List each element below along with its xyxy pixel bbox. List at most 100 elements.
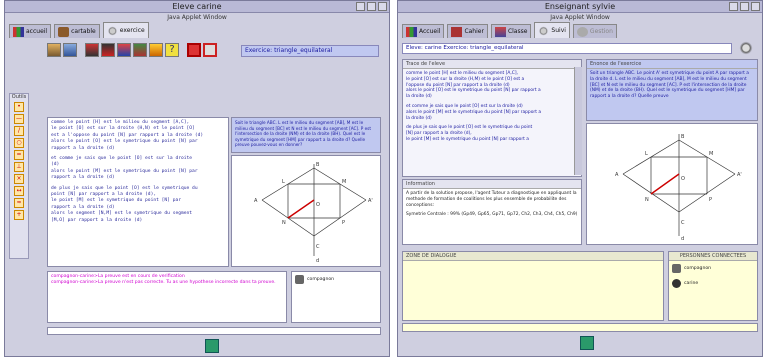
tab-exercice[interactable]: exercice [102,22,149,38]
pen-icon[interactable] [101,43,115,57]
gear-icon [576,26,588,37]
books-icon [13,26,24,37]
label-o: O [681,176,685,182]
tab-suivi[interactable]: Suivi [534,22,570,38]
label-c: C [316,244,320,250]
information-header: Information [403,180,581,189]
parallel-tool[interactable]: = [14,150,24,160]
robot-icon [295,275,304,284]
user-item[interactable]: compagnon [669,261,757,276]
label-o: O [316,202,320,208]
label-d: d [681,236,684,242]
books-icon [406,26,417,37]
geometry-figure[interactable]: A B C L M N P O d A' [232,156,381,267]
help-icon[interactable]: ? [165,43,179,57]
tab-accueil[interactable]: Accueil [402,24,445,38]
teacher-window-titlebar[interactable]: Enseignant sylvie [398,1,762,13]
label-m: M [342,179,346,185]
information-text: A partir de la solution propose, l'agent… [406,191,577,208]
shapes-icon[interactable] [117,43,131,57]
teacher-geometry-figure[interactable]: A B C L M N P O d A' [587,124,758,245]
label-a-prime: A' [368,198,373,204]
satellite-button[interactable] [738,41,754,55]
proof-text[interactable]: comme le point [H] est le milieu du segm… [48,118,228,226]
trace-header: Trace de l'eleve [403,60,581,69]
teacher-tabs: Accueil Cahier Classe Suivi Gestion [398,22,762,40]
bag-icon [58,26,70,37]
print-icon[interactable] [203,43,217,57]
notebook-icon [451,26,463,37]
send-button[interactable] [205,339,219,353]
save-icon[interactable] [187,43,201,57]
minimize-button[interactable] [356,2,365,11]
books-stack-icon[interactable] [133,43,147,57]
teacher-window-title: Enseignant sylvie [544,2,616,11]
chat-input[interactable] [47,327,381,335]
highlight-segment [650,173,680,195]
tools-label: Outils [11,94,27,100]
maximize-button[interactable] [740,2,749,11]
label-m: M [709,151,713,157]
exercise-toolbar: ? [47,43,217,57]
enonce-header: Enonce de l'exercice [587,60,757,69]
circle-tool[interactable]: ○ [14,138,24,148]
close-button[interactable] [751,2,760,11]
class-icon [494,26,506,37]
label-l: L [282,179,285,185]
tab-classe[interactable]: Classe [490,24,532,38]
user-avatar-icon [672,279,681,288]
student-window: Eleve carine Java Applet Window accueil … [4,0,390,357]
dialog-header: ZONE DE DIALOGUE [403,252,663,261]
exercise-label: Exercice: triangle_equilateral [241,45,379,57]
connected-header: PERSONNES CONNECTEES [669,252,757,261]
label-p: P [342,220,345,226]
trace-text: comme le point [H] est le milieu du segm… [403,69,581,145]
enonce-panel: Enonce de l'exercice Soit un triangle AB… [586,59,758,121]
figure-panel[interactable]: A B C L M N P O d A' [231,155,381,267]
teacher-window: Enseignant sylvie Java Applet Window Acc… [397,0,763,357]
message-line: compagnon-carine>La preuve n'est pas cor… [51,280,276,285]
label-a: A [254,198,258,204]
point-tool[interactable]: • [14,102,24,112]
trace-line: le point [M] est le symetrique du point … [406,136,529,142]
student-window-titlebar[interactable]: Eleve carine [5,1,389,13]
dialog-zone: ZONE DE DIALOGUE [402,251,664,321]
trace-scrollbar[interactable] [574,67,582,175]
label-p: P [709,197,712,203]
folders-icon[interactable] [149,43,163,57]
tools-icon[interactable] [85,43,99,57]
minimize-button[interactable] [729,2,738,11]
satellite-icon [106,25,118,36]
connected-panel: PERSONNES CONNECTEES compagnon carine [668,251,758,321]
proof-editor[interactable]: comme le point [H] est le milieu du segm… [47,117,229,267]
midpoint-tool[interactable]: × [14,174,24,184]
tab-gestion[interactable]: Gestion [572,24,617,38]
statement-panel: Soit le triangle ABC. L est le milieu du… [231,117,381,153]
tab-cahier[interactable]: Cahier [447,24,488,38]
applet-label: Java Applet Window [398,13,762,22]
chat-input[interactable] [402,323,758,332]
enonce-text: Soit un triangle ABC. Le point A' est sy… [590,71,749,100]
tab-accueil[interactable]: accueil [9,24,52,38]
perpendicular-tool[interactable]: ⊥ [14,162,24,172]
measure-tool[interactable]: ≈ [14,198,24,208]
people-icon[interactable] [47,43,61,57]
erase-tool[interactable]: + [14,210,24,220]
teacher-figure-panel[interactable]: A B C L M N P O d A' [586,123,758,245]
segment-tool[interactable]: / [14,126,24,136]
user-list: compagnon [291,271,381,323]
transfer-icon[interactable] [63,43,77,57]
trace-panel: Trace de l'eleve comme le point [H] est … [402,59,582,177]
close-button[interactable] [378,2,387,11]
statement-text: Soit le triangle ABC. L est le milieu du… [235,120,371,148]
message-panel: compagnon-carine>La preuve est en cours … [47,271,287,323]
maximize-button[interactable] [367,2,376,11]
student-exercise-bar: Eleve: carine Exercice: triangle_equilat… [402,43,732,54]
highlight-segment [287,199,315,219]
user-item[interactable]: compagnon [292,272,380,287]
symmetry-tool[interactable]: ↔ [14,186,24,196]
send-button[interactable] [580,336,594,350]
tab-cartable[interactable]: cartable [54,24,100,38]
line-tool[interactable]: — [14,114,24,124]
user-item[interactable]: carine [669,276,757,291]
